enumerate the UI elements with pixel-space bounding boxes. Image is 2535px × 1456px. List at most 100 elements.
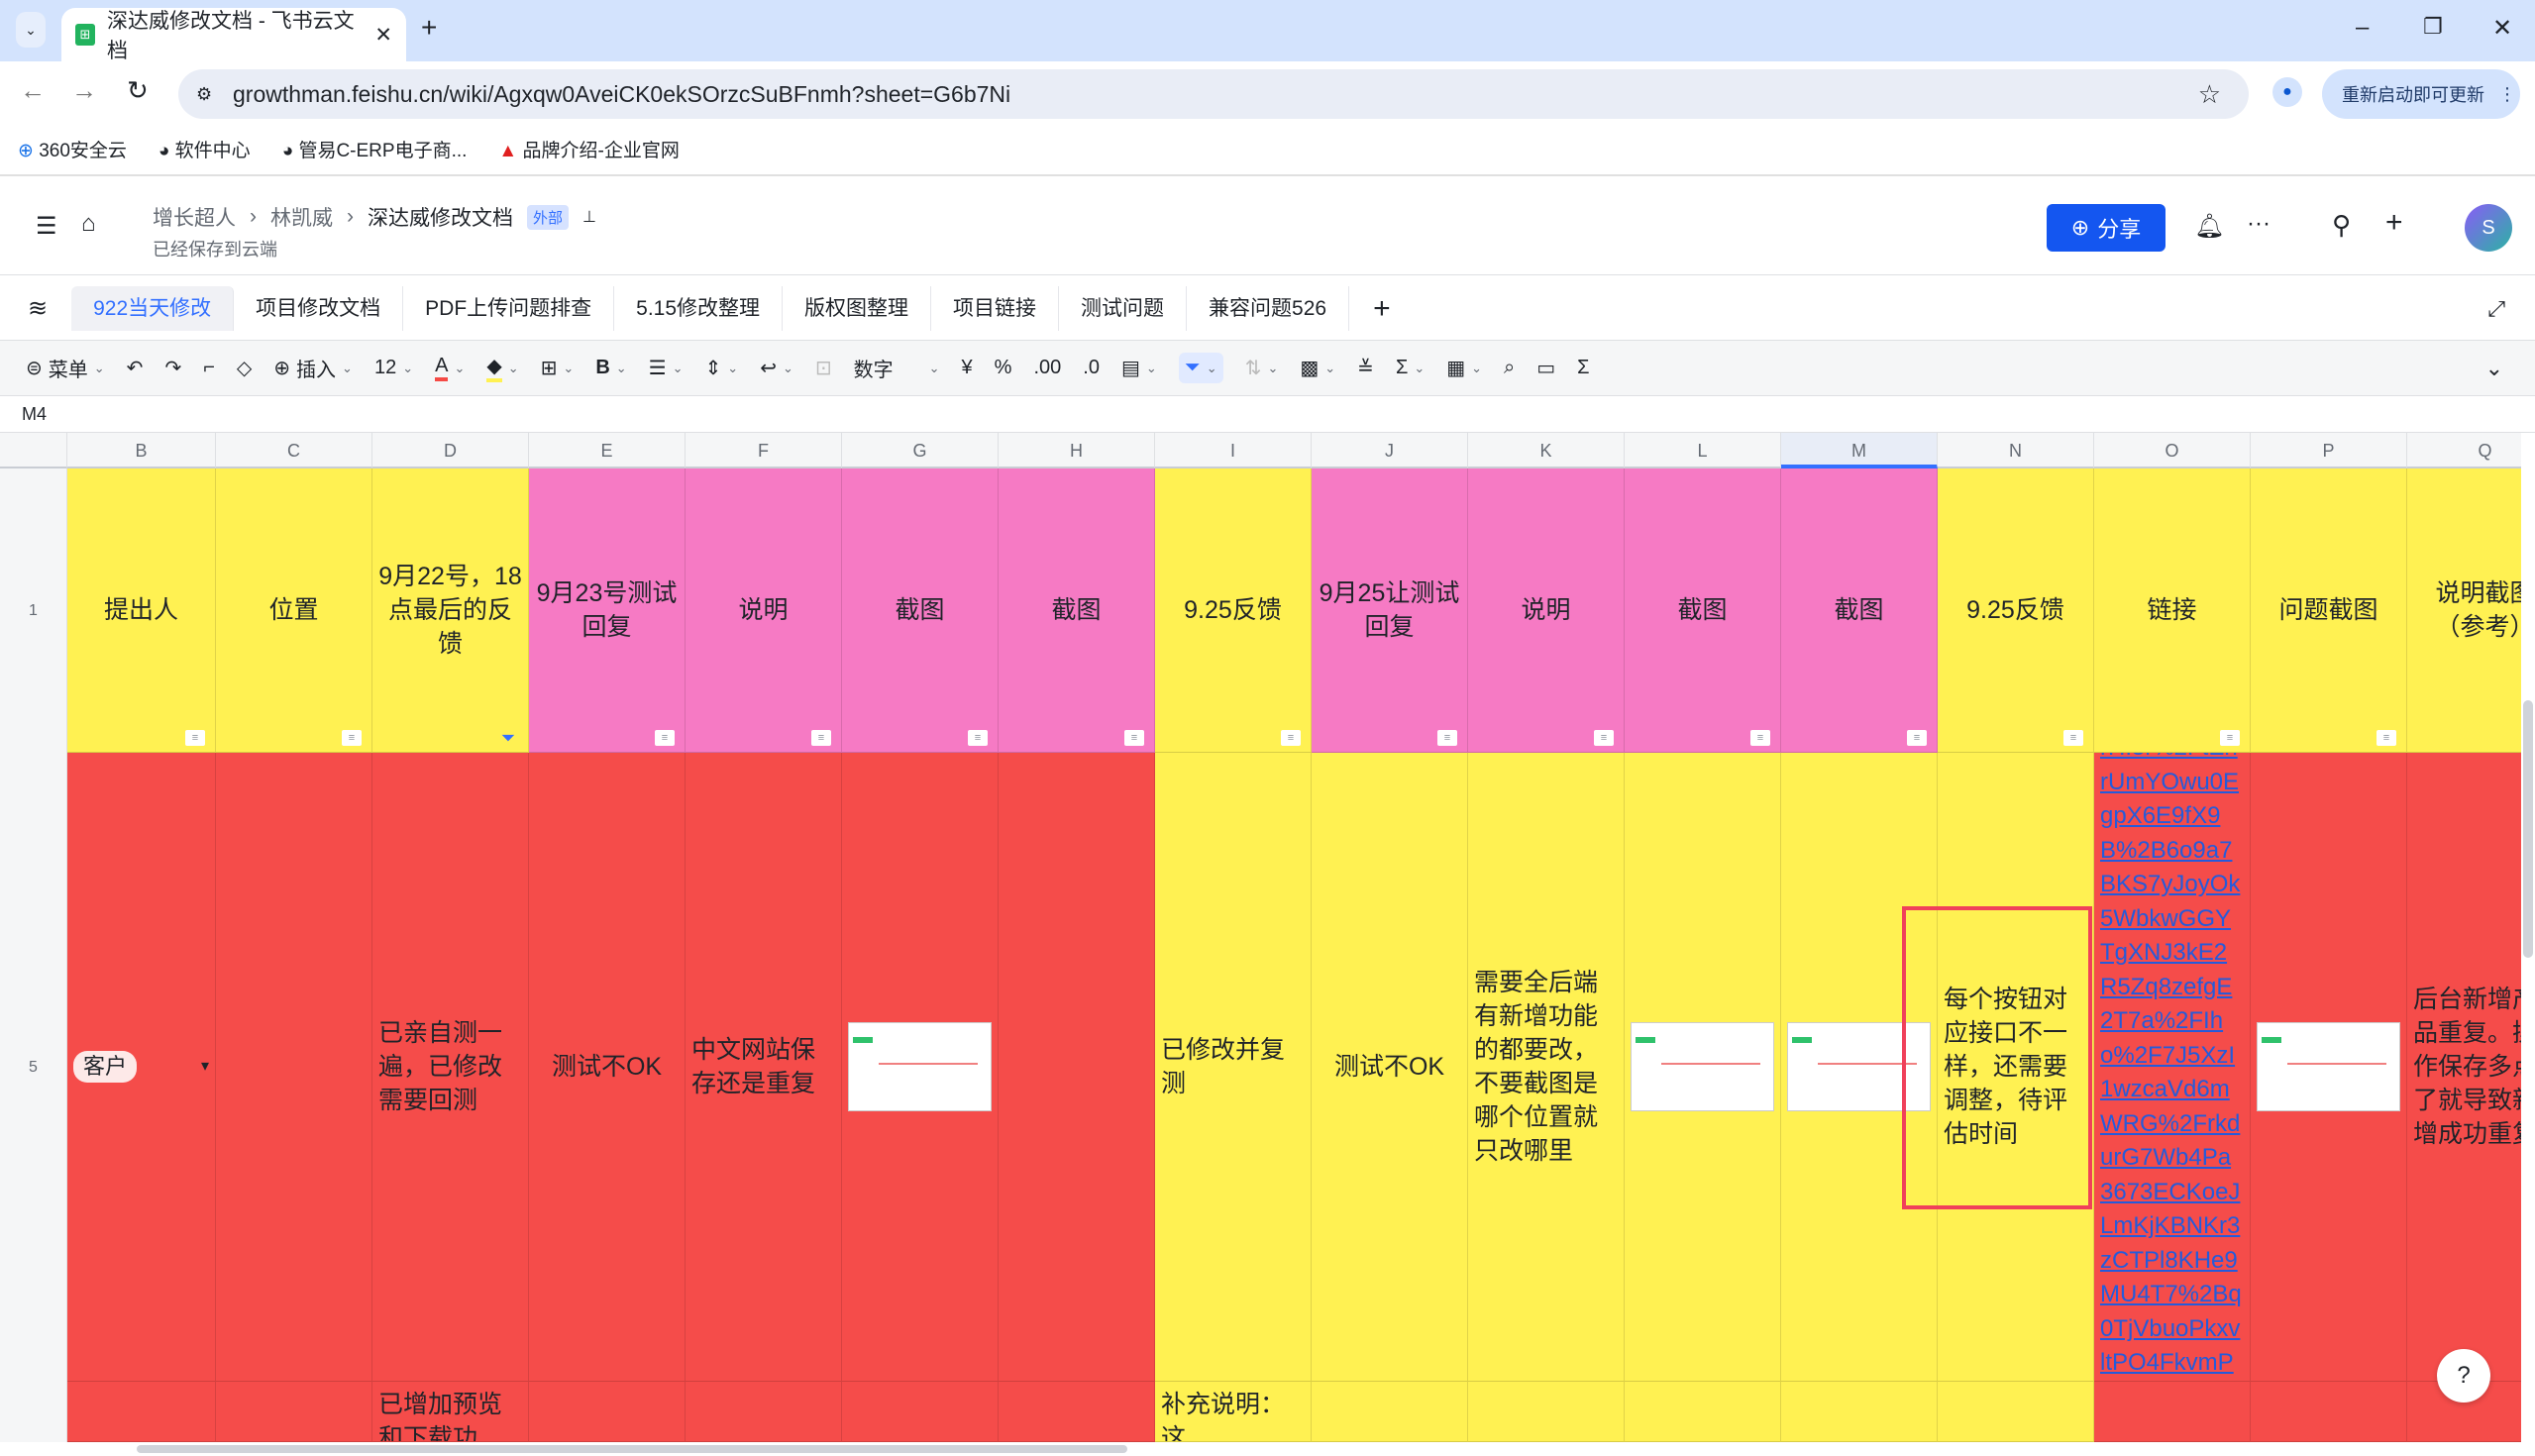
column-header[interactable]: M: [1781, 433, 1938, 468]
table-cell[interactable]: 已亲自测一遍，已修改需要回测: [372, 753, 529, 1382]
filter-icon[interactable]: ≡: [2220, 730, 2240, 746]
table-cell[interactable]: [1625, 753, 1781, 1382]
formula-icon[interactable]: Σ: [1577, 357, 1589, 379]
link-text[interactable]: rHI5r%2FtEnrUmYOwu0EgpX6E9fX9B%2B6o9a7BK…: [2100, 753, 2244, 1382]
font-color-button[interactable]: A⌄: [435, 355, 465, 381]
filter-icon[interactable]: ≡: [185, 730, 205, 746]
column-header[interactable]: N: [1938, 433, 2094, 468]
share-button[interactable]: ⊕分享: [2047, 204, 2165, 252]
filter-icon[interactable]: ⏷: [498, 730, 518, 746]
column-header[interactable]: F: [686, 433, 842, 468]
header-cell[interactable]: 9.25反馈≡: [1155, 468, 1312, 753]
filter-button[interactable]: ⏷⌄: [1179, 353, 1223, 383]
table-cell[interactable]: [216, 753, 372, 1382]
filter-icon[interactable]: ≡: [811, 730, 831, 746]
redo-button[interactable]: ↷: [164, 356, 181, 380]
column-header[interactable]: I: [1155, 433, 1312, 468]
table-cell[interactable]: [842, 1382, 999, 1442]
header-cell[interactable]: 位置≡: [216, 468, 372, 753]
sheet-tab[interactable]: PDF上传问题排查: [403, 286, 614, 331]
sheet-tab[interactable]: 版权图整理: [783, 286, 931, 331]
filter-icon[interactable]: ≡: [1750, 730, 1770, 746]
table-cell[interactable]: [686, 1382, 842, 1442]
reload-icon[interactable]: ↻: [127, 75, 149, 106]
bookmark-star-icon[interactable]: ☆: [2198, 79, 2221, 110]
sheet-tab[interactable]: 项目链接: [931, 286, 1059, 331]
cell-reference[interactable]: M4: [22, 404, 47, 425]
sidebar-toggle-icon[interactable]: ☰: [36, 212, 57, 241]
close-tab-icon[interactable]: ✕: [374, 23, 392, 48]
url-input[interactable]: ⚙ growthman.feishu.cn/wiki/Agxqw0AveiCK0…: [178, 69, 2249, 119]
browser-tab[interactable]: ⊞ 深达威修改文档 - 飞书云文档 ✕: [61, 8, 406, 61]
site-info-icon[interactable]: ⚙: [196, 84, 212, 105]
collapse-toolbar-icon[interactable]: ⌄: [2485, 356, 2503, 381]
bell-icon[interactable]: 🔔︎: [2194, 212, 2224, 241]
borders-button[interactable]: ⊞⌄: [541, 356, 575, 380]
column-header[interactable]: G: [842, 433, 999, 468]
header-cell[interactable]: 说明截图（参考）≡: [2407, 468, 2521, 753]
conditional-format-button[interactable]: ▩⌄: [1300, 356, 1335, 380]
column-header[interactable]: E: [529, 433, 686, 468]
table-cell[interactable]: [216, 1382, 372, 1442]
header-cell[interactable]: 截图≡: [842, 468, 999, 753]
filter-icon[interactable]: ≡: [655, 730, 675, 746]
table-cell[interactable]: [2251, 753, 2407, 1382]
filter-icon[interactable]: ≡: [2063, 730, 2083, 746]
table-cell[interactable]: [67, 1382, 216, 1442]
table-cell[interactable]: 已修改并复测: [1155, 753, 1312, 1382]
sheet-tab[interactable]: 922当天修改: [71, 286, 234, 331]
column-header[interactable]: J: [1312, 433, 1468, 468]
bookmark-item[interactable]: ▲ 品牌介绍-企业官网: [498, 136, 679, 162]
column-header[interactable]: P: [2251, 433, 2407, 468]
header-cell[interactable]: 9月23号测试回复≡: [529, 468, 686, 753]
header-cell[interactable]: 截图≡: [1781, 468, 1938, 753]
header-cell[interactable]: 说明≡: [1468, 468, 1625, 753]
table-cell[interactable]: 测试不OK: [529, 753, 686, 1382]
column-header[interactable]: C: [216, 433, 372, 468]
undo-button[interactable]: ↶: [127, 356, 144, 380]
table-cell[interactable]: 中文网站保存还是重复: [686, 753, 842, 1382]
column-header[interactable]: B: [67, 433, 216, 468]
valign-button[interactable]: ⇕⌄: [705, 356, 739, 380]
sheet-tab[interactable]: 5.15修改整理: [614, 286, 783, 331]
pin-icon[interactable]: ⊥: [582, 207, 596, 227]
header-cell[interactable]: 9月25让测试回复≡: [1312, 468, 1468, 753]
menu-button[interactable]: ⊜菜单⌄: [26, 354, 105, 382]
close-window-button[interactable]: ✕: [2492, 14, 2512, 43]
table-cell[interactable]: 客户▾: [67, 753, 216, 1382]
clear-format-icon[interactable]: ◇: [237, 356, 252, 380]
table-cell[interactable]: [1468, 1382, 1625, 1442]
sheet-tab[interactable]: 兼容问题526: [1187, 286, 1349, 331]
table-cell[interactable]: [1781, 1382, 1938, 1442]
new-tab-button[interactable]: +: [421, 12, 437, 44]
select-all-corner[interactable]: [0, 433, 67, 468]
currency-button[interactable]: ¥: [962, 357, 973, 379]
table-cell[interactable]: [1312, 1382, 1468, 1442]
sheet-tab[interactable]: 测试问题: [1059, 286, 1187, 331]
header-cell[interactable]: 问题截图≡: [2251, 468, 2407, 753]
comment-icon[interactable]: ▭: [1536, 356, 1555, 380]
forward-icon[interactable]: →: [71, 75, 97, 106]
insert-button[interactable]: ⊕插入⌄: [273, 354, 353, 382]
bookmark-item[interactable]: ◕ 软件中心: [158, 136, 251, 162]
filter-icon[interactable]: ≡: [1124, 730, 1144, 746]
table-cell[interactable]: [1938, 1382, 2094, 1442]
table-cell[interactable]: [2094, 1382, 2251, 1442]
wrap-button[interactable]: ↩⌄: [760, 356, 793, 380]
dropdown-arrow-icon[interactable]: ▾: [201, 1050, 209, 1084]
row-header[interactable]: 5: [0, 753, 67, 1382]
filter-icon[interactable]: ≡: [1437, 730, 1457, 746]
column-header[interactable]: Q: [2407, 433, 2521, 468]
table-cell[interactable]: [842, 753, 999, 1382]
align-button[interactable]: ☰⌄: [649, 356, 684, 380]
data-button[interactable]: ▦⌄: [1446, 356, 1482, 380]
function-button[interactable]: Σ⌄: [1396, 357, 1425, 379]
screenshot-thumbnail[interactable]: [2257, 1022, 2400, 1111]
column-header[interactable]: H: [999, 433, 1155, 468]
screenshot-thumbnail[interactable]: [1631, 1022, 1774, 1111]
header-cell[interactable]: 9月22号，18点最后的反馈⏷: [372, 468, 529, 753]
table-cell[interactable]: [999, 1382, 1155, 1442]
bookmark-item[interactable]: ⊕ 360安全云: [18, 136, 127, 162]
search-icon[interactable]: ⚲: [2332, 210, 2351, 241]
merge-icon[interactable]: ⊡: [815, 356, 832, 380]
